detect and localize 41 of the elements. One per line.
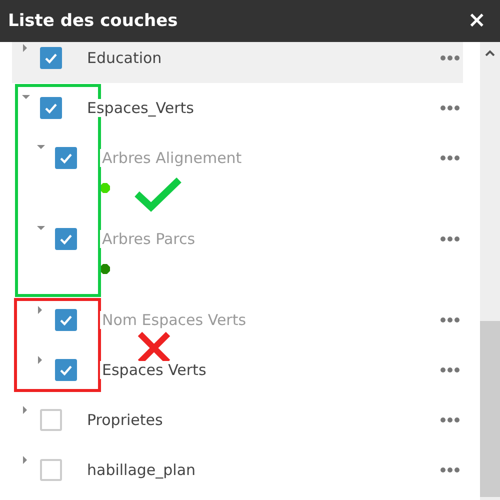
layer-name: Arbres Alignement xyxy=(100,149,244,167)
layer-row[interactable]: Espaces_Verts xyxy=(12,83,463,133)
caret-right-icon[interactable] xyxy=(37,306,45,314)
caret-right-icon[interactable] xyxy=(37,356,45,364)
more-options-icon[interactable] xyxy=(440,367,460,373)
panel-title: Liste des couches xyxy=(8,11,178,31)
scrollbar[interactable] xyxy=(480,42,500,500)
layer-checkbox[interactable] xyxy=(55,228,77,250)
more-options-icon[interactable] xyxy=(440,467,460,473)
layer-name: Nom Espaces Verts xyxy=(100,311,248,329)
layer-row-highlighted[interactable]: Education xyxy=(12,42,463,83)
more-options-icon[interactable] xyxy=(440,155,460,161)
layer-checkbox[interactable] xyxy=(40,459,62,481)
layer-name: Espaces_Verts xyxy=(85,99,196,117)
caret-down-icon[interactable] xyxy=(22,94,30,102)
scroll-up-icon[interactable] xyxy=(485,50,495,56)
caret-right-icon[interactable] xyxy=(22,406,30,414)
caret-down-icon[interactable] xyxy=(37,225,45,233)
more-options-icon[interactable] xyxy=(440,55,460,61)
layer-name: Arbres Parcs xyxy=(100,230,198,248)
more-options-icon[interactable] xyxy=(440,105,460,111)
more-options-icon[interactable] xyxy=(440,236,460,242)
close-button[interactable]: × xyxy=(468,10,486,32)
layer-checkbox[interactable] xyxy=(40,47,62,69)
more-options-icon[interactable] xyxy=(440,417,460,423)
layer-checkbox[interactable] xyxy=(55,359,77,381)
layer-checkbox[interactable] xyxy=(55,147,77,169)
layer-row[interactable]: Espaces Verts xyxy=(12,345,463,395)
check-mark-icon xyxy=(134,176,182,212)
layer-row[interactable]: Proprietes xyxy=(12,395,463,445)
layer-name: Proprietes xyxy=(85,411,165,429)
layer-name: Espaces Verts xyxy=(100,361,208,379)
caret-down-icon[interactable] xyxy=(37,144,45,152)
more-options-icon[interactable] xyxy=(440,317,460,323)
layer-checkbox[interactable] xyxy=(40,97,62,119)
scrollbar-thumb[interactable] xyxy=(480,321,500,497)
layer-row[interactable]: habillage_plan xyxy=(12,445,463,495)
caret-right-icon[interactable] xyxy=(22,44,30,52)
caret-right-icon[interactable] xyxy=(22,456,30,464)
layer-checkbox[interactable] xyxy=(40,409,62,431)
layer-checkbox[interactable] xyxy=(55,309,77,331)
